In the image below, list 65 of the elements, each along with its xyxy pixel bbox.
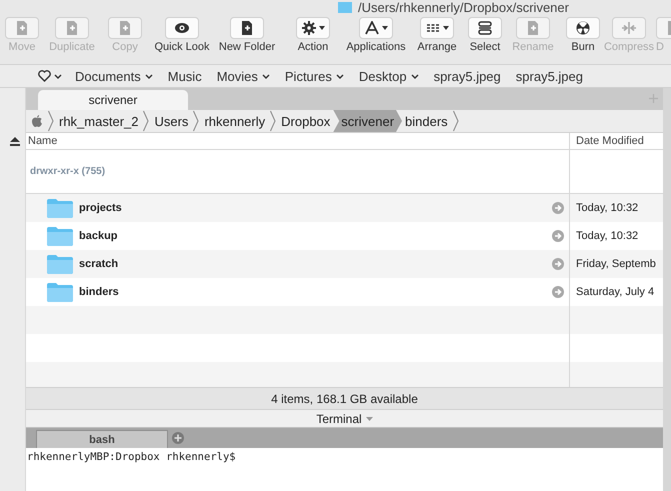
status-text: 4 items, 168.1 GB available [26, 387, 663, 409]
chevron-icon [193, 110, 200, 132]
toolbar-button[interactable]: Quick Look [150, 17, 214, 54]
add-tab-icon[interactable] [649, 94, 658, 103]
arrow-icon[interactable] [552, 286, 564, 298]
favorite-item[interactable]: Desktop [358, 68, 419, 84]
heart-icon [38, 70, 51, 82]
toolbar-button[interactable]: Action [280, 17, 346, 54]
favorite-item[interactable]: Pictures [284, 68, 344, 84]
file-row[interactable]: projects Today, 10:32 [26, 194, 663, 222]
date-text: Friday, Septemb [576, 258, 656, 270]
file-name: projects [79, 202, 123, 214]
caret-icon [366, 416, 373, 420]
path-segment[interactable]: binders [404, 110, 449, 132]
chevron-icon [48, 110, 54, 132]
folder-icon [338, 2, 352, 13]
scroll-bar[interactable] [663, 88, 671, 491]
permissions-text: drwxr-xr-x (755) [29, 166, 106, 177]
column-header[interactable]: Date Modified [570, 133, 663, 149]
gear-icon [301, 21, 317, 35]
chevron-icon [143, 110, 150, 132]
arrow-icon[interactable] [552, 258, 564, 270]
list-icon [477, 21, 493, 35]
favorite-item[interactable]: Documents [75, 68, 153, 84]
radiation-icon [575, 21, 591, 35]
toolbar-button[interactable]: Applications [346, 17, 406, 54]
favorite-item[interactable]: spray5.jpeg [516, 68, 583, 84]
eject-icon[interactable] [10, 137, 20, 146]
apple-icon[interactable] [32, 115, 42, 127]
folder-icon [47, 198, 73, 218]
chevron-icon [270, 110, 276, 132]
favorite-item[interactable]: Music [168, 68, 202, 84]
chevron-icon [54, 74, 62, 78]
tab[interactable]: scrivener [38, 90, 188, 110]
arrow-icon[interactable] [552, 230, 564, 242]
favorites-menu[interactable] [38, 70, 62, 82]
path-segment[interactable]: Dropbox [280, 110, 332, 132]
window-title: /Users/rhkennerly/Dropbox/scrivener [358, 0, 569, 14]
toolbar-button[interactable]: New Folder [214, 17, 280, 54]
folder-icon [47, 282, 73, 302]
path-segment[interactable]: rhk_master_2 [58, 110, 140, 132]
file-row[interactable]: scratch Friday, Septemb [26, 250, 663, 278]
toolbar-button[interactable]: Arrange [406, 17, 468, 54]
add-icon[interactable] [172, 432, 184, 444]
folder-icon [47, 226, 73, 246]
date-text: Today, 10:32 [576, 230, 638, 242]
folder-icon [47, 254, 73, 274]
file-name: binders [79, 286, 120, 298]
favorite-item[interactable]: Movies [216, 68, 270, 84]
path-segment[interactable]: rhkennerly [203, 110, 266, 132]
arrow-icon[interactable] [552, 202, 564, 214]
terminal-tab[interactable]: bash [36, 430, 168, 448]
compress-icon [621, 21, 637, 35]
file-name: backup [79, 230, 119, 242]
file-name: scratch [79, 258, 120, 270]
path-segment[interactable]: Users [153, 110, 190, 132]
terminal-menu[interactable]: Terminal [316, 412, 362, 426]
date-text: Saturday, July 4 [576, 286, 654, 298]
terminal-prompt: rhkennerlyMBP:Dropbox rhkennerly$ [27, 451, 236, 463]
eye-icon [174, 21, 190, 35]
chevron-icon [452, 110, 459, 132]
date-text: Today, 10:32 [576, 202, 638, 214]
column-header[interactable]: Name [26, 133, 570, 149]
path-segment[interactable]: scrivener [333, 110, 402, 132]
favorite-item[interactable]: spray5.jpeg [434, 68, 501, 84]
